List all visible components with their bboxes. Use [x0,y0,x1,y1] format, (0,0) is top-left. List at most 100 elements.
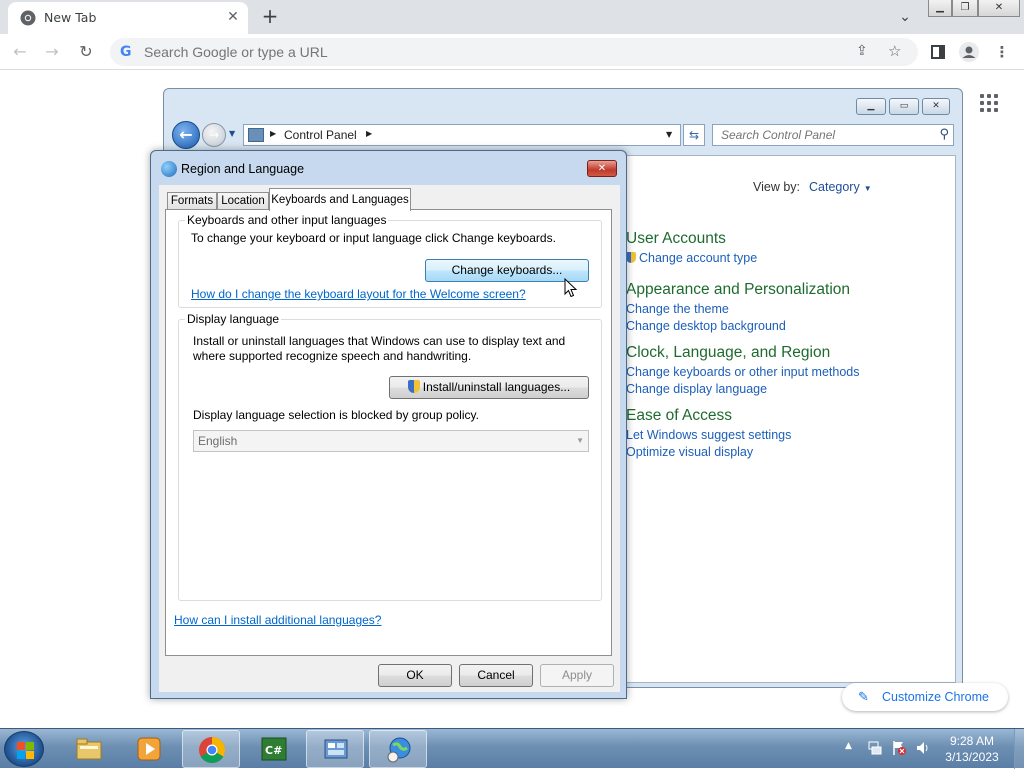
tab-close-icon[interactable]: ✕ [224,8,242,26]
start-button[interactable] [4,731,44,767]
region-and-language-dialog: Region and Language ✕ Formats Location K… [150,150,627,699]
minimize-button[interactable]: ▁ [928,0,952,17]
category-user-accounts: User Accounts Change account type [626,230,757,265]
cp-close-button[interactable]: ✕ [922,98,950,115]
google-apps-icon[interactable] [980,94,1000,114]
taskbar-chrome[interactable] [182,730,240,768]
view-by-value: Category [809,180,860,194]
tab-formats[interactable]: Formats [167,192,217,210]
category-title[interactable]: Clock, Language, and Region [626,344,859,362]
category-link[interactable]: Change display language [626,382,859,396]
taskbar-control-panel[interactable] [306,730,364,768]
taskbar-region-language[interactable] [369,730,427,768]
cancel-button[interactable]: Cancel [459,664,533,687]
category-link[interactable]: Change the theme [626,302,850,316]
search-icon[interactable]: ⚲ [939,127,949,142]
cp-search-input[interactable] [719,127,919,143]
view-by-label: View by: [753,180,801,194]
forward-arrow-icon[interactable]: → [40,40,64,64]
omnibox-input[interactable] [142,42,842,62]
cp-recent-pages-icon[interactable]: ▼ [229,129,235,138]
control-panel-icon [248,128,264,142]
tab-keyboards-and-languages[interactable]: Keyboards and Languages [269,188,411,211]
taskbar-csharp[interactable]: C# [245,730,303,768]
cp-search-box[interactable]: ⚲ [712,124,954,146]
cp-back-button[interactable]: ← [172,121,200,149]
category-link[interactable]: Change account type [626,251,757,265]
control-panel-window-controls: ▁ ▭ ✕ [856,98,956,116]
new-tab-button[interactable]: + [258,4,282,28]
close-button[interactable]: ✕ [978,0,1020,17]
bookmark-star-icon[interactable]: ☆ [888,42,901,60]
category-title[interactable]: Ease of Access [626,407,791,425]
show-hidden-icons[interactable]: ▲ [845,741,852,751]
uac-shield-icon [626,252,636,263]
cp-maximize-button[interactable]: ▭ [889,98,919,115]
category-link[interactable]: Change desktop background [626,319,850,333]
profile-avatar-icon[interactable] [957,40,981,64]
omnibox[interactable]: G ⇪ ☆ [110,38,918,66]
clock-date: 3/13/2023 [945,750,999,764]
category-title[interactable]: User Accounts [626,230,757,248]
install-uninstall-languages-button[interactable]: Install/uninstall languages... [389,376,589,399]
taskbar-media-player[interactable] [120,730,178,768]
cp-address-bar[interactable]: ▶ Control Panel ▶ ▼ [243,124,681,146]
share-icon[interactable]: ⇪ [856,43,868,59]
category-link[interactable]: Optimize visual display [626,445,791,459]
svg-text:C#: C# [265,744,282,757]
keyboards-group-label: Keyboards and other input languages [185,213,389,227]
windows-logo-icon [17,742,25,750]
category-link[interactable]: Change keyboards or other input methods [626,365,859,379]
chrome-tab-new-tab[interactable]: New Tab ✕ [8,2,248,34]
show-desktop-button[interactable] [1014,729,1024,769]
keyboards-description: To change your keyboard or input languag… [191,231,556,245]
breadcrumb[interactable]: Control Panel [284,128,357,142]
tab-title: New Tab [44,10,97,25]
uac-shield-icon [407,380,420,393]
category-title[interactable]: Appearance and Personalization [626,281,850,299]
cp-refresh-icon[interactable]: ⇆ [683,124,705,146]
welcome-screen-keyboard-link[interactable]: How do I change the keyboard layout for … [191,287,526,301]
windows-taskbar: C# ▲ 9:28 AM 3/13/2023 [0,728,1024,769]
breadcrumb-arrow-icon[interactable]: ▶ [270,129,276,138]
keyboards-and-languages-panel: Keyboards and other input languages To c… [165,209,612,656]
install-additional-languages-link[interactable]: How can I install additional languages? [174,613,381,627]
group-policy-note: Display language selection is blocked by… [193,408,479,422]
breadcrumb-arrow-icon[interactable]: ▶ [366,129,372,138]
system-clock[interactable]: 9:28 AM 3/13/2023 [934,733,1010,765]
chrome-menu-icon[interactable]: ⋮ [990,40,1014,64]
dialog-close-button[interactable]: ✕ [587,160,617,177]
mouse-cursor-icon [564,278,578,298]
customize-chrome-label: Customize Chrome [882,690,989,704]
ok-button[interactable]: OK [378,664,452,687]
chevron-down-icon: ▼ [576,436,584,445]
side-panel-icon[interactable] [926,40,950,64]
category-appearance: Appearance and Personalization Change th… [626,281,850,333]
display-language-description-2: where supported recognize speech and han… [193,349,472,363]
cp-forward-button[interactable]: → [202,123,226,147]
tab-location[interactable]: Location [217,192,269,210]
clock-time: 9:28 AM [949,734,995,748]
apply-button[interactable]: Apply [540,664,614,687]
address-dropdown-icon[interactable]: ▼ [666,130,672,139]
globe-clock-icon [387,737,411,763]
view-by-dropdown[interactable]: Category ▼ [809,180,872,194]
reload-icon[interactable]: ↻ [74,40,98,64]
taskbar-explorer[interactable] [60,730,118,768]
action-center-flag-icon[interactable] [891,740,907,756]
category-clock-language-region: Clock, Language, and Region Change keybo… [626,344,859,396]
back-arrow-icon[interactable]: ← [8,40,32,64]
control-panel-icon [324,739,348,759]
cp-minimize-button[interactable]: ▁ [856,98,886,115]
volume-icon[interactable] [915,740,931,756]
customize-chrome-button[interactable]: ✎ Customize Chrome [842,683,1008,711]
tab-search-chevron-icon[interactable]: ⌄ [894,6,916,28]
media-player-icon [137,737,161,761]
display-language-value: English [198,434,238,448]
dialog-titlebar[interactable]: Region and Language ✕ [151,151,626,185]
chrome-favicon-icon [20,10,36,26]
network-icon[interactable] [867,740,883,756]
category-link[interactable]: Let Windows suggest settings [626,428,791,442]
restore-button[interactable]: ❐ [952,0,978,17]
pencil-icon: ✎ [858,689,869,704]
